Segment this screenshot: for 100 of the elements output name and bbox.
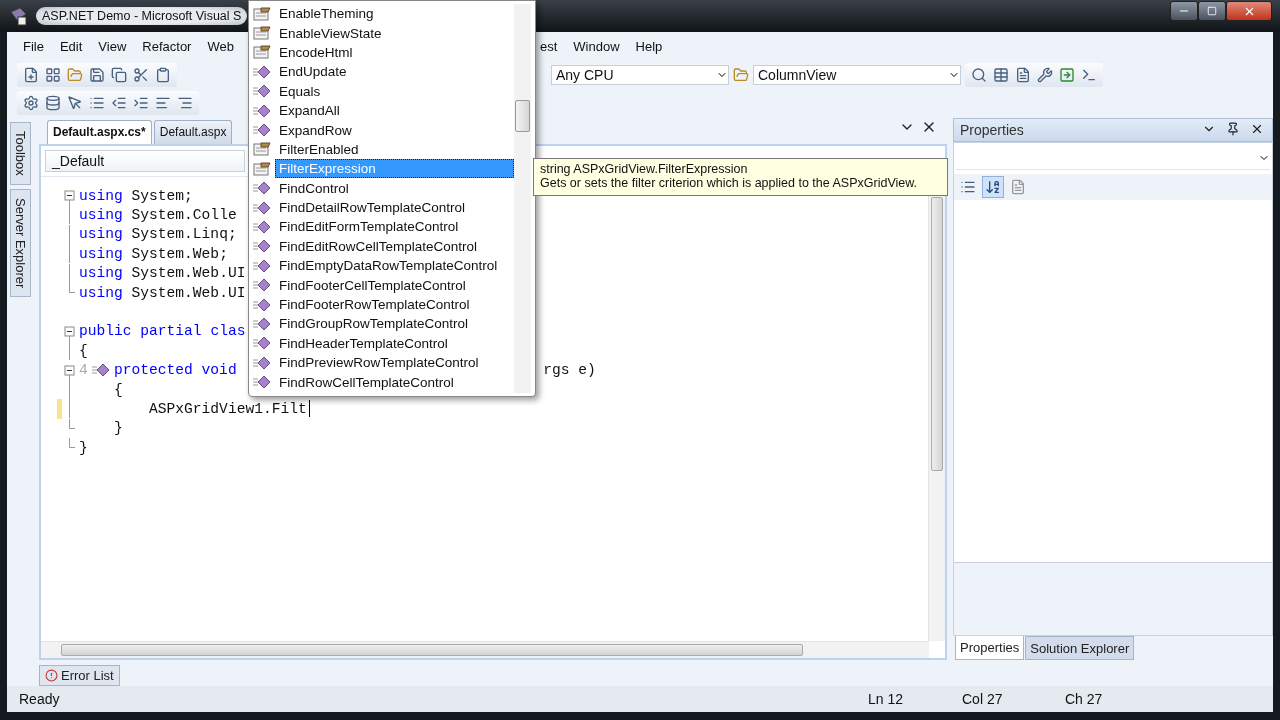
completion-item[interactable]: Equals: [275, 81, 514, 101]
search-icon[interactable]: [971, 67, 987, 83]
completion-item[interactable]: FilterEnabled: [275, 139, 514, 159]
completion-item[interactable]: EnableTheming: [275, 4, 514, 24]
panel-tab[interactable]: Properties: [955, 636, 1025, 660]
panel-title: Properties: [960, 122, 1024, 138]
menu-item[interactable]: Edit: [51, 38, 91, 54]
platform-combo[interactable]: Any CPU: [551, 65, 729, 85]
document-tab[interactable]: Default.aspx.cs*: [47, 120, 152, 144]
table-icon[interactable]: [993, 67, 1009, 83]
indent-icon[interactable]: [133, 95, 149, 111]
menu-item[interactable]: Web: [199, 38, 242, 54]
scroll-thumb[interactable]: [61, 644, 803, 656]
completion-item[interactable]: ExpandRow: [275, 120, 514, 140]
diamond-icon: [253, 316, 271, 331]
pointer-icon[interactable]: [67, 95, 83, 111]
minimize-button[interactable]: [1170, 1, 1198, 21]
tooltip-signature: string ASPxGridView.FilterExpression: [540, 162, 749, 176]
open-folder-icon[interactable]: [67, 67, 83, 83]
menu-item[interactable]: Help: [627, 38, 671, 54]
code-line: public partial clas: [79, 323, 246, 340]
column-number: Col 27: [962, 691, 1004, 707]
diamond-icon: [253, 278, 271, 293]
code-line: rgs e): [543, 362, 596, 379]
completion-item[interactable]: FindFooterRowTemplateControl: [275, 295, 514, 315]
diamond-icon: [253, 336, 271, 351]
horizontal-scrollbar[interactable]: [41, 641, 929, 658]
completion-item[interactable]: FindGroupRowTemplateControl: [275, 314, 514, 334]
card-icon: [253, 26, 271, 41]
diamond-icon: [253, 355, 271, 370]
grid-icon[interactable]: [45, 67, 61, 83]
error-list-tab[interactable]: Error List: [39, 665, 120, 686]
diamond-icon: [253, 239, 271, 254]
completion-item[interactable]: ExpandAll: [275, 101, 514, 121]
diamond-icon: [253, 64, 271, 79]
side-tab[interactable]: Toolbox: [9, 122, 31, 185]
completion-item[interactable]: FindDetailRowTemplateControl: [275, 198, 514, 218]
menu-item[interactable]: est: [539, 38, 566, 54]
pages-icon[interactable]: [1010, 179, 1026, 195]
terminal-icon[interactable]: [1081, 67, 1097, 83]
find-combo[interactable]: ColumnView: [753, 65, 961, 85]
close-button[interactable]: [1226, 1, 1272, 21]
menu-item[interactable]: View: [90, 38, 135, 54]
char-number: Ch 27: [1065, 691, 1103, 707]
settings-icon[interactable]: [23, 95, 39, 111]
categories-icon[interactable]: [960, 179, 976, 195]
menu-item[interactable]: Refactor: [134, 38, 200, 54]
align-right-icon[interactable]: [177, 95, 193, 111]
completion-item[interactable]: FindPreviewRowTemplateControl: [275, 353, 514, 373]
document-icon[interactable]: [1015, 67, 1031, 83]
diamond-icon: [253, 123, 271, 138]
completion-item[interactable]: FindEditFormTemplateControl: [275, 217, 514, 237]
code-line: using System;: [79, 187, 193, 204]
line-number: Ln 12: [868, 691, 905, 707]
completion-item[interactable]: FindEmptyDataRowTemplateControl: [275, 256, 514, 276]
new-project-icon[interactable]: [23, 67, 39, 83]
panel-tab[interactable]: Solution Explorer: [1025, 636, 1135, 660]
sort-az-icon[interactable]: [982, 176, 1004, 198]
diamond-icon: [253, 200, 271, 215]
code-line: using System.Colle: [79, 207, 237, 224]
code-line: }: [113, 420, 123, 437]
status-message: Ready: [19, 691, 61, 707]
diamond-icon: [91, 363, 110, 378]
code-line: {: [113, 381, 123, 398]
cut-icon[interactable]: [133, 67, 149, 83]
completion-item[interactable]: FindRowCellTemplateControl: [275, 372, 514, 392]
reference-count: 4: [79, 362, 88, 379]
completion-item[interactable]: EndUpdate: [275, 62, 514, 82]
completion-item[interactable]: FindEditRowCellTemplateControl: [275, 236, 514, 256]
scroll-thumb[interactable]: [515, 100, 530, 132]
tools-icon[interactable]: [1037, 67, 1053, 83]
align-left-icon[interactable]: [155, 95, 171, 111]
completion-item[interactable]: FindControl: [275, 178, 514, 198]
card-icon: [253, 6, 271, 21]
maximize-button[interactable]: [1198, 1, 1226, 21]
outdent-icon[interactable]: [111, 95, 127, 111]
diamond-icon: [253, 258, 271, 273]
document-tab[interactable]: Default.aspx: [153, 120, 233, 144]
diamond-icon: [253, 84, 271, 99]
completion-item[interactable]: FindHeaderTemplateControl: [275, 333, 514, 353]
side-tab[interactable]: Server Explorer: [9, 188, 31, 298]
menu-item[interactable]: File: [15, 38, 52, 54]
tooltip-description: Gets or sets the filter criterion which is applied to the ASPxGridView.: [540, 176, 919, 190]
code-line: using System.Web;: [79, 245, 228, 262]
maximize-icon: [1207, 6, 1217, 16]
database-icon[interactable]: [45, 95, 61, 111]
code-line: {: [79, 342, 88, 359]
menu-item[interactable]: Window: [565, 38, 628, 54]
list-icon[interactable]: [89, 95, 105, 111]
save-icon[interactable]: [89, 67, 105, 83]
code-line: protected void: [114, 362, 237, 379]
completion-item[interactable]: EncodeHtml: [275, 42, 514, 62]
scroll-thumb[interactable]: [931, 197, 943, 471]
open-folder-icon[interactable]: [733, 67, 749, 83]
diamond-icon: [253, 220, 271, 234]
code-line: using System.Web.UI: [79, 265, 246, 282]
list-scrollbar[interactable]: [514, 4, 531, 393]
completion-item[interactable]: EnableViewState: [275, 23, 514, 43]
type-combo[interactable]: _Default: [45, 150, 245, 172]
completion-item[interactable]: FindFooterCellTemplateControl: [275, 275, 514, 295]
